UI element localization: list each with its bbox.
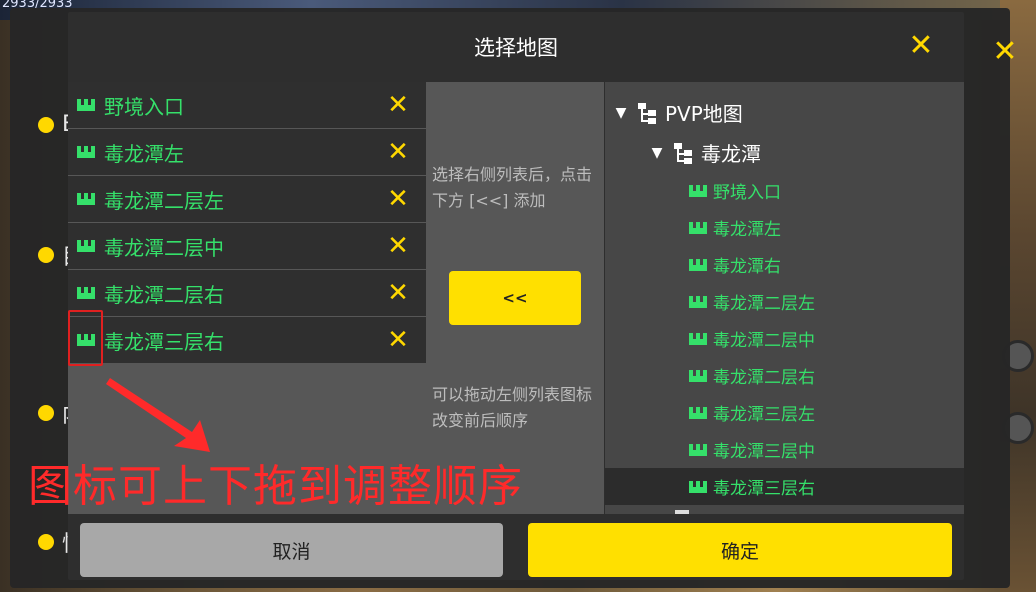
remove-icon[interactable]: ✕ xyxy=(378,231,418,261)
map-icon xyxy=(689,406,707,419)
map-icon xyxy=(689,369,707,382)
dialog-title: 选择地图 xyxy=(474,36,558,60)
selected-map-item[interactable]: 毒龙潭左 ✕ xyxy=(68,129,426,175)
remove-icon[interactable]: ✕ xyxy=(378,278,418,308)
tree-structure-icon xyxy=(673,142,693,164)
bullet-icon xyxy=(38,116,54,133)
bullet-icon xyxy=(38,247,54,263)
confirm-button[interactable]: 确定 xyxy=(528,523,952,577)
bullet-icon xyxy=(38,534,54,550)
cancel-button[interactable]: 取消 xyxy=(80,523,503,577)
map-icon xyxy=(689,221,707,234)
map-icon xyxy=(689,295,707,308)
map-icon xyxy=(689,480,707,493)
selected-map-item[interactable]: 野境入口 ✕ xyxy=(68,82,426,128)
tree-leaf-item[interactable]: 毒龙潭三层左 xyxy=(605,394,964,431)
tree-leaf-item[interactable]: 毒龙潭三层中 xyxy=(605,431,964,468)
tree-structure-icon xyxy=(637,102,657,124)
tree-root-label: PVP地图 xyxy=(665,102,743,126)
tree-leaf-item[interactable]: 毒龙潭二层左 xyxy=(605,283,964,320)
remove-icon[interactable]: ✕ xyxy=(378,137,418,167)
expand-caret-icon[interactable]: ▼ xyxy=(613,105,629,121)
tree-root-node[interactable]: ▼ PVP地图 xyxy=(613,98,743,127)
map-icon xyxy=(689,332,707,345)
add-button[interactable]: << xyxy=(449,271,581,325)
map-tree[interactable]: ▼ PVP地图 ▼ 毒龙潭 野境入口 毒龙潭左 毒龙潭右 毒龙潭二层左 毒龙潭二… xyxy=(605,82,964,514)
selected-map-item[interactable]: 毒龙潭三层右 ✕ xyxy=(68,317,426,363)
drag-handle-icon[interactable] xyxy=(77,287,95,299)
remove-icon[interactable]: ✕ xyxy=(378,90,418,120)
map-icon xyxy=(689,258,707,271)
expand-caret-icon[interactable]: ▼ xyxy=(649,145,665,161)
add-hint-text: 选择右侧列表后，点击下方 [<<] 添加 xyxy=(432,165,593,210)
map-icon xyxy=(689,184,707,197)
tree-leaf-item[interactable]: 毒龙潭左 xyxy=(605,209,964,246)
selected-map-item[interactable]: 毒龙潭二层左 ✕ xyxy=(68,176,426,222)
tree-leaf-item[interactable]: 毒龙潭右 xyxy=(605,246,964,283)
tree-leaf-item[interactable]: 毒龙潭二层中 xyxy=(605,320,964,357)
annotation-arrow-icon xyxy=(106,378,210,452)
selected-map-item[interactable]: 毒龙潭二层右 ✕ xyxy=(68,270,426,316)
selected-map-item[interactable]: 毒龙潭二层中 ✕ xyxy=(68,223,426,269)
tree-leaf-item-selected[interactable]: 毒龙潭三层右 xyxy=(605,468,964,505)
drag-hint-text: 可以拖动左侧列表图标改变前后顺序 xyxy=(432,385,593,430)
remove-icon[interactable]: ✕ xyxy=(378,184,418,214)
tree-next-node-stub xyxy=(675,510,689,514)
drag-handle-icon[interactable] xyxy=(77,240,95,252)
tree-group-node[interactable]: ▼ 毒龙潭 xyxy=(649,138,761,167)
tree-group-label: 毒龙潭 xyxy=(701,142,761,166)
bullet-icon xyxy=(38,405,54,421)
drag-handle-icon[interactable] xyxy=(77,146,95,158)
drag-handle-icon[interactable] xyxy=(77,193,95,205)
panel-close-icon[interactable]: ✕ xyxy=(990,37,1020,68)
annotation-text: 图标可上下拖到调整顺序 xyxy=(28,461,523,512)
tree-leaf-item[interactable]: 毒龙潭二层右 xyxy=(605,357,964,394)
drag-handle-icon[interactable] xyxy=(77,99,95,111)
annotation-highlight-box xyxy=(68,310,103,366)
close-icon[interactable]: ✕ xyxy=(906,31,936,62)
map-icon xyxy=(689,443,707,456)
remove-icon[interactable]: ✕ xyxy=(378,325,418,355)
tree-leaf-item[interactable]: 野境入口 xyxy=(605,172,964,209)
